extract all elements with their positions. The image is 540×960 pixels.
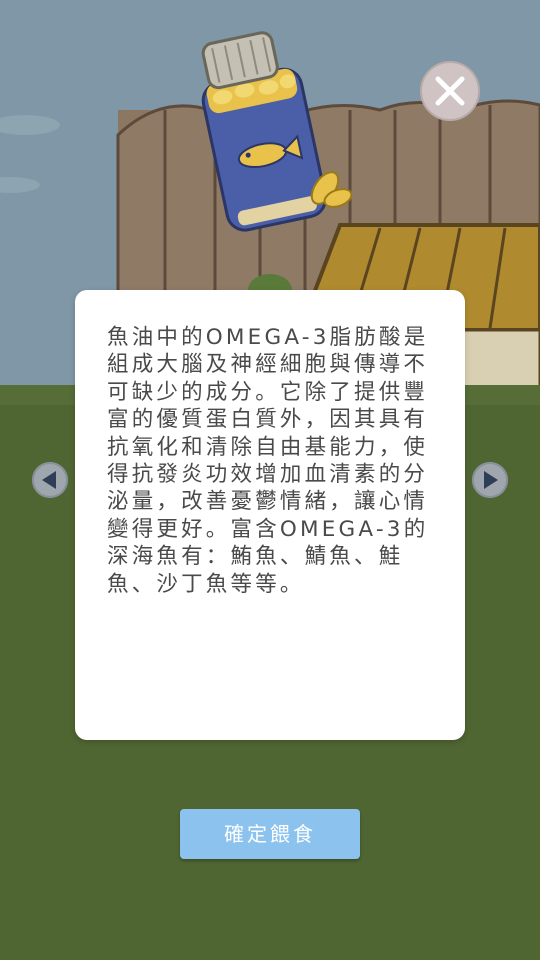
confirm-feed-button[interactable]: 確定餵食: [180, 809, 360, 859]
arrow-right-icon: [484, 471, 498, 489]
item-description: 魚油中的OMEGA-3脂肪酸是組成大腦及神經細胞與傳導不可缺少的成分。它除了提供…: [107, 325, 429, 597]
arrow-left-icon: [42, 471, 56, 489]
item-info-card: 魚油中的OMEGA-3脂肪酸是組成大腦及神經細胞與傳導不可缺少的成分。它除了提供…: [75, 290, 465, 740]
close-button[interactable]: [420, 61, 480, 121]
fish-oil-bottle-icon: [201, 31, 353, 232]
next-item-button[interactable]: [472, 462, 508, 498]
previous-item-button[interactable]: [32, 462, 68, 498]
close-icon: [435, 76, 465, 106]
